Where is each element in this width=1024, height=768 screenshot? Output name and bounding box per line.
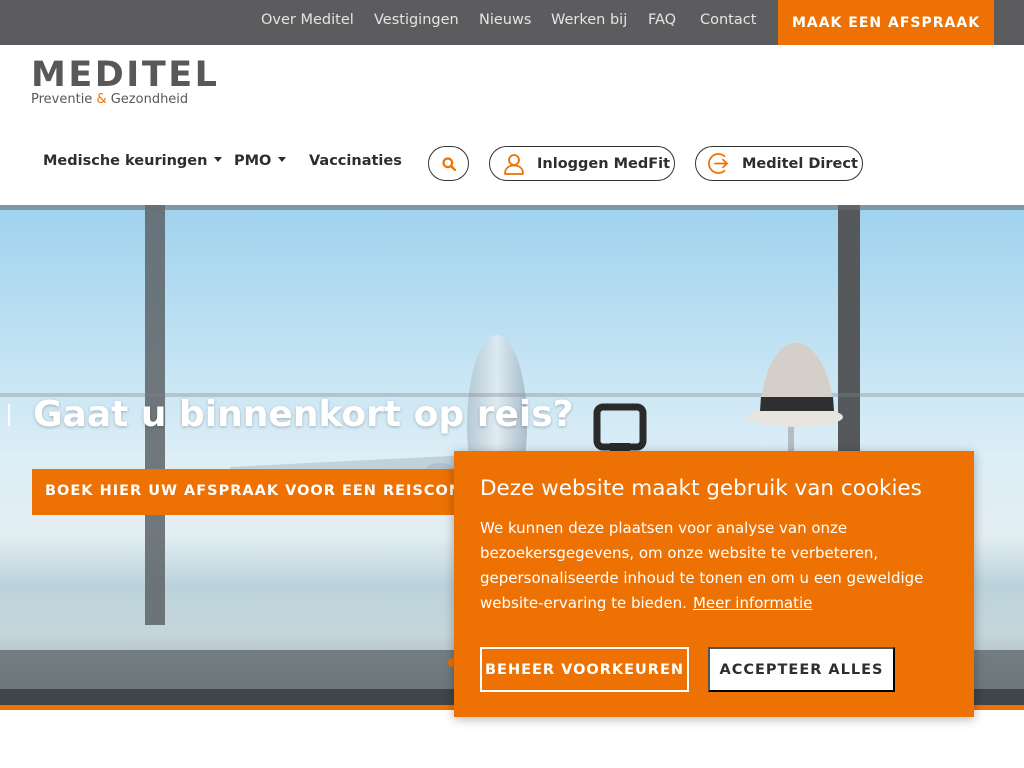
book-travel-consult-button[interactable]: BOEK HIER UW AFSPRAAK VOOR EEN REISCONSU… [32,469,464,515]
more-info-link[interactable]: Meer informatie [693,594,812,612]
nav-medische-keuringen[interactable]: Medische keuringen [43,153,223,169]
logo-tagline-part2: Gezondheid [106,92,189,107]
logo-tagline-amp: & [96,92,107,107]
meditel-direct-label: Meditel Direct [742,155,858,172]
login-medfit-label: Inloggen MedFit [537,155,671,172]
logo-tagline-part1: Preventie [31,92,97,107]
toplink-werken-bij[interactable]: Werken bij [551,12,627,28]
user-icon [504,153,524,175]
toplink-faq[interactable]: FAQ [648,12,676,28]
accept-all-button[interactable]: ACCEPTEER ALLES [708,647,895,692]
logo-wordmark: MEDITEL [31,55,220,95]
toplink-over-meditel[interactable]: Over Meditel [261,12,354,28]
search-button[interactable] [428,146,469,181]
toplink-nieuws[interactable]: Nieuws [479,12,531,28]
cookie-banner-text: We kunnen deze plaatsen voor analyse van… [480,516,960,616]
chevron-down-icon [278,156,287,162]
search-icon [441,156,456,171]
nav-pmo[interactable]: PMO [234,153,287,169]
manage-preferences-button[interactable]: BEHEER VOORKEUREN [480,647,689,692]
cookie-banner-title: Deze website maakt gebruik van cookies [480,476,922,501]
hero-title: Gaat u binnenkort op reis? [33,394,574,435]
make-appointment-button[interactable]: MAAK EEN AFSPRAAK [778,0,994,45]
toplink-contact[interactable]: Contact [700,12,756,28]
top-utility-bar: Over Meditel Vestigingen Nieuws Werken b… [0,0,1024,45]
hero-slider-indicator [8,404,10,426]
cookie-banner: Deze website maakt gebruik van cookies W… [454,451,974,717]
login-medfit-button[interactable]: Inloggen MedFit [489,146,675,181]
nav-medische-keuringen-label: Medische keuringen [43,153,208,169]
toplink-vestigingen[interactable]: Vestigingen [374,12,459,28]
chevron-down-icon [214,156,223,162]
meditel-direct-button[interactable]: Meditel Direct [695,146,863,181]
nav-vaccinaties-label: Vaccinaties [309,153,402,169]
nav-vaccinaties[interactable]: Vaccinaties [309,153,402,169]
meditel-logo[interactable]: MEDITEL Preventie & Gezondheid [31,55,220,108]
arrow-circle-icon [708,153,728,174]
nav-pmo-label: PMO [234,153,272,169]
